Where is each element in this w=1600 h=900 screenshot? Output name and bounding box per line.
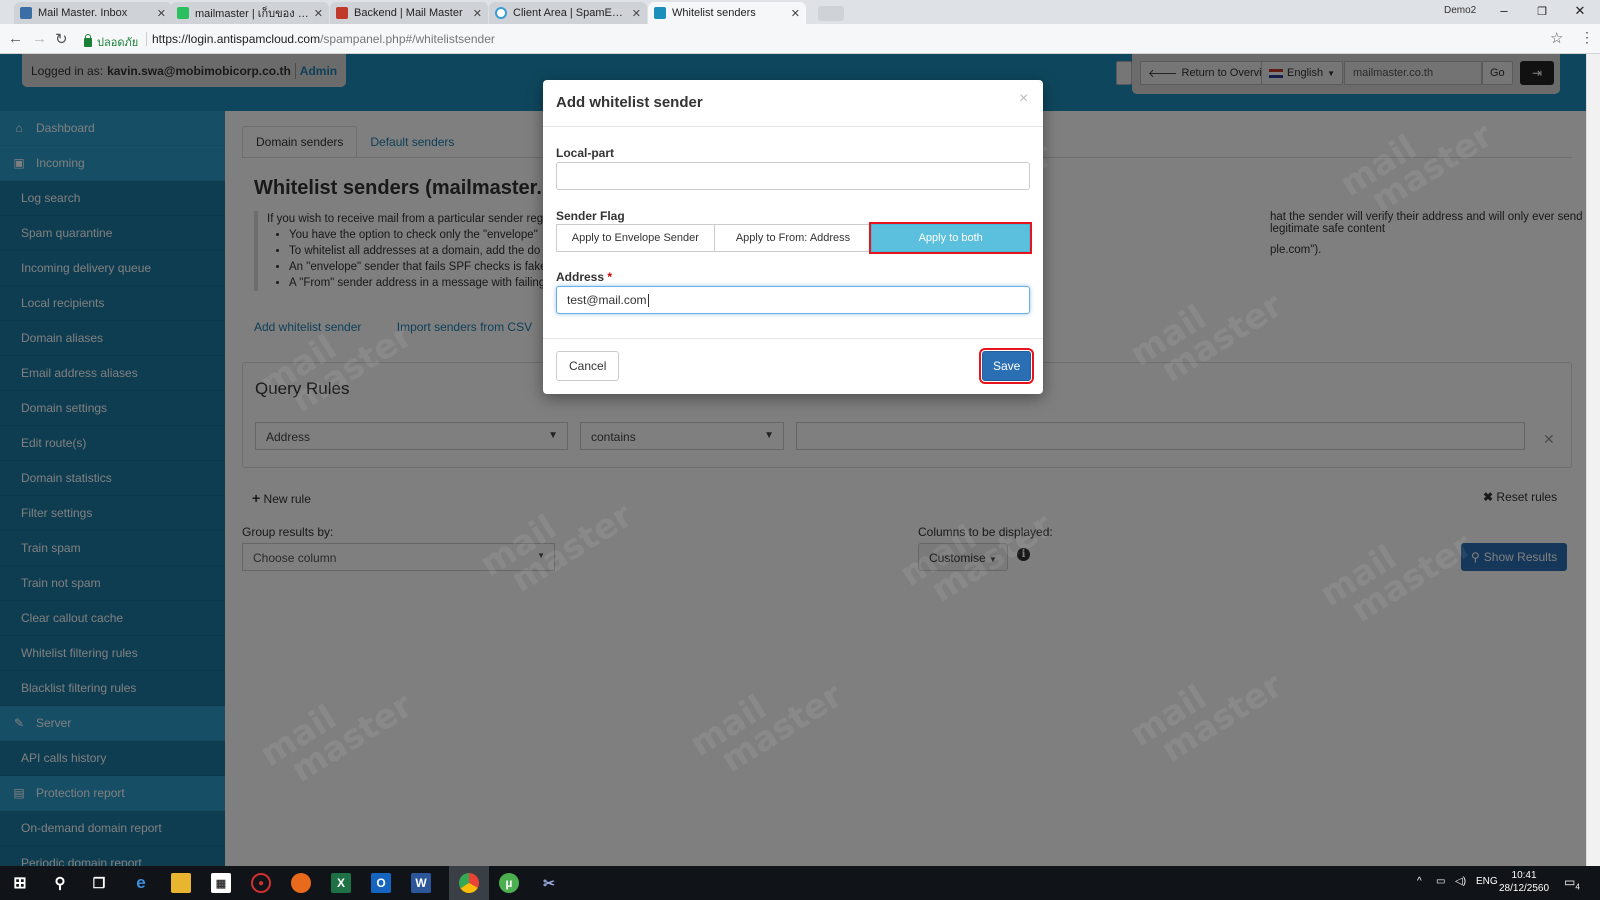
bookmark-star-icon[interactable]: ☆ [1550, 29, 1563, 47]
close-tab-icon[interactable]: ✕ [157, 7, 166, 20]
network-icon[interactable]: ▭ [1436, 876, 1445, 887]
close-tab-icon[interactable]: ✕ [632, 7, 641, 20]
outlook-icon[interactable]: O [371, 873, 391, 893]
flag-from-address-button[interactable]: Apply to From: Address [713, 224, 873, 252]
local-part-input[interactable] [556, 162, 1030, 190]
volume-icon[interactable]: ◁) [1455, 876, 1466, 887]
address-bar: ← → ↻ ปลอดภัย https://login.antispamclou… [0, 24, 1600, 54]
close-window-icon[interactable]: ✕ [1570, 3, 1590, 19]
lock-icon [84, 33, 92, 47]
close-tab-icon[interactable]: ✕ [473, 7, 482, 20]
modal-header: Add whitelist sender × [543, 80, 1043, 127]
url-host: https://login.antispamcloud.com [152, 32, 321, 46]
browser-tab[interactable]: Client Area | SpamExpert ✕ [489, 2, 647, 24]
search-icon[interactable]: ⚲ [50, 873, 70, 893]
close-icon[interactable]: × [1019, 90, 1028, 108]
browser-profile-name[interactable]: Demo2 [1444, 5, 1476, 16]
close-tab-icon[interactable]: ✕ [314, 7, 323, 20]
notification-icon[interactable]: ▭4 [1564, 875, 1580, 891]
address-input-value: test@mail.com [567, 293, 647, 307]
close-tab-icon[interactable]: ✕ [791, 7, 800, 20]
browser-tab-active[interactable]: Whitelist senders ✕ [648, 2, 806, 24]
browser-menu-icon[interactable]: ⋮ [1580, 29, 1594, 46]
restore-icon[interactable]: ❐ [1532, 5, 1552, 18]
chrome-icon[interactable] [459, 873, 479, 893]
add-whitelist-sender-dialog: Add whitelist sender × Local-part Sender… [543, 80, 1043, 394]
page-scrollbar[interactable] [1586, 54, 1600, 866]
spamexperts-favicon-icon [495, 7, 507, 19]
minimize-icon[interactable]: – [1494, 3, 1514, 18]
browser-tab[interactable]: Backend | Mail Master ✕ [330, 2, 488, 24]
windows-taskbar: ⊞ ⚲ ❐ e ▦ ● X O W [0, 866, 1600, 900]
text-cursor [647, 294, 649, 308]
required-marker: * [607, 270, 613, 284]
local-part-label: Local-part [556, 146, 615, 160]
task-view-icon[interactable]: ❐ [89, 873, 109, 893]
windows-start-icon[interactable]: ⊞ [10, 873, 30, 893]
notification-count: 4 [1575, 882, 1580, 892]
secure-label: ปลอดภัย [97, 37, 139, 49]
mail-favicon-icon [20, 7, 32, 19]
reload-icon[interactable]: ↻ [55, 30, 68, 48]
browser-tab-label: Whitelist senders [672, 7, 756, 19]
address-label: Address * [556, 270, 612, 284]
browser-tab-label: Backend | Mail Master [354, 7, 463, 19]
whitelist-favicon-icon [654, 7, 666, 19]
tray-chevron-icon[interactable]: ^ [1417, 876, 1422, 887]
browser-tab[interactable]: Mail Master. Inbox ✕ [14, 2, 172, 24]
app-red-icon[interactable]: ● [251, 873, 271, 893]
sender-flag-group: Apply to Envelope Sender Apply to From: … [556, 222, 1033, 254]
word-icon[interactable]: W [411, 873, 431, 893]
address-input[interactable]: test@mail.com [556, 286, 1030, 314]
snipping-tool-icon[interactable]: ✂ [539, 873, 559, 893]
flag-envelope-button[interactable]: Apply to Envelope Sender [556, 224, 715, 252]
flag-both-button[interactable]: Apply to both [869, 222, 1033, 254]
cancel-button[interactable]: Cancel [556, 351, 620, 381]
forward-icon[interactable]: → [32, 30, 47, 47]
firefox-icon[interactable] [291, 873, 311, 893]
sender-flag-label: Sender Flag [556, 209, 625, 223]
edge-icon[interactable]: e [131, 873, 151, 893]
browser-tab-label: mailmaster | เก็บของ Evern [195, 8, 310, 20]
store-icon[interactable]: ▦ [211, 873, 231, 893]
evernote-favicon-icon [177, 7, 189, 19]
backend-favicon-icon [336, 7, 348, 19]
input-language[interactable]: ENG [1476, 876, 1498, 887]
address-label-text: Address [556, 270, 605, 284]
utorrent-icon[interactable]: µ [499, 873, 519, 893]
new-tab-button[interactable] [818, 6, 844, 21]
browser-tab-bar: Mail Master. Inbox ✕ mailmaster | เก็บขอ… [0, 0, 1600, 24]
save-button[interactable]: Save [978, 348, 1035, 384]
browser-tab-label: Mail Master. Inbox [38, 7, 128, 19]
modal-footer-divider [543, 338, 1043, 339]
browser-tab[interactable]: mailmaster | เก็บของ Evern ✕ [171, 2, 329, 24]
browser-tab-label: Client Area | SpamExpert [513, 7, 628, 19]
file-explorer-icon[interactable] [171, 873, 191, 893]
clock-date: 28/12/2560 [1499, 883, 1550, 894]
modal-title: Add whitelist sender [556, 94, 703, 111]
url-path: /spampanel.php#/whitelistsender [320, 32, 495, 46]
excel-icon[interactable]: X [331, 873, 351, 893]
secure-indicator[interactable]: ปลอดภัย [84, 33, 138, 51]
url-separator [146, 32, 147, 46]
url-field[interactable]: https://login.antispamcloud.com/spampane… [152, 32, 495, 46]
back-icon[interactable]: ← [8, 30, 23, 47]
taskbar-clock[interactable]: 10:41 28/12/2560 [1499, 869, 1549, 895]
clock-time: 10:41 [1511, 870, 1537, 881]
